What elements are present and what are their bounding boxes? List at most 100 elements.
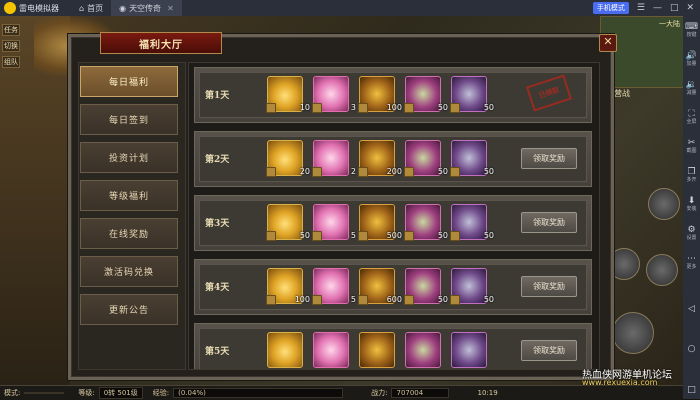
- toolbar-more[interactable]: ⋯ 更多: [683, 248, 700, 277]
- maximize-icon[interactable]: □: [670, 3, 679, 13]
- reward-banknote-icon[interactable]: 3: [312, 76, 356, 113]
- emulator-title-bar: 雷电模拟器 ⌂ 首页 ◉ 天空传奇 ✕ 手机模式 ☰ — □ ✕: [0, 0, 700, 16]
- reward-count: 100: [386, 103, 402, 112]
- claim-reward-button[interactable]: 领取奖励: [521, 212, 577, 233]
- tab-home[interactable]: ⌂ 首页: [71, 0, 111, 16]
- toolbar-label: 全屏: [686, 119, 697, 125]
- toolbar-volume-down[interactable]: 🔉 减量: [683, 74, 700, 103]
- tab-game-label: 天空传奇: [129, 3, 162, 13]
- reward-count: 600: [386, 295, 402, 304]
- menu-investment-plan[interactable]: 投资计划: [80, 142, 178, 173]
- reward-gem-icon[interactable]: 50: [404, 76, 448, 113]
- close-icon: ✕: [603, 35, 613, 48]
- reward-count: 2: [350, 167, 356, 176]
- volume-up-icon: 🔊: [685, 51, 698, 61]
- bound-lock-icon: [266, 231, 276, 241]
- reward-sword-icon[interactable]: 200: [358, 140, 402, 177]
- toolbar-label: 加量: [686, 61, 697, 67]
- reward-ore-icon[interactable]: 50: [450, 140, 494, 177]
- reward-count: 10: [299, 103, 310, 112]
- reward-banknote-icon[interactable]: [313, 332, 349, 368]
- tab-game[interactable]: ◉ 天空传奇 ✕: [111, 0, 182, 16]
- claim-reward-button[interactable]: 领取奖励: [521, 276, 577, 297]
- menu-level-welfare[interactable]: 等级福利: [80, 180, 178, 211]
- reward-ore-icon[interactable]: 50: [450, 268, 494, 305]
- reward-count: 50: [437, 231, 448, 240]
- claim-reward-button[interactable]: 领取奖励: [521, 148, 577, 169]
- menu-update-notice[interactable]: 更新公告: [80, 294, 178, 325]
- claim-reward-button[interactable]: 领取奖励: [521, 340, 577, 361]
- team-button[interactable]: 组队: [2, 56, 20, 68]
- bound-lock-icon: [404, 103, 414, 113]
- toolbar-label: 更多: [686, 264, 697, 270]
- mode-label: 模式:: [4, 389, 21, 397]
- home-circle-icon[interactable]: ○: [688, 344, 696, 354]
- reward-gold-ingot-icon[interactable]: [267, 332, 303, 368]
- toolbar-label: 按键: [686, 32, 697, 38]
- phone-mode-button[interactable]: 手机模式: [592, 2, 629, 14]
- bound-lock-icon: [404, 167, 414, 177]
- reward-ore-icon[interactable]: [451, 332, 487, 368]
- reward-sword-icon[interactable]: 100: [358, 76, 402, 113]
- reward-count: 50: [299, 231, 310, 240]
- emulator-side-toolbar: ⌨ 按键 🔊 加量 🔉 减量 ⛶ 全屏 ✂ 截图 ❐ 多开 ⬇ 安装 ⚙ 设置 ⋯ 更多 ◁ ○ …: [683, 16, 700, 399]
- panel-close-button[interactable]: ✕: [599, 34, 617, 52]
- reward-gem-icon[interactable]: 50: [404, 204, 448, 241]
- level-label: 等级:: [78, 389, 95, 397]
- toolbar-multi-instance[interactable]: ❐ 多开: [683, 161, 700, 190]
- toolbar-keyboard[interactable]: ⌨ 按键: [683, 16, 700, 45]
- skill-icon[interactable]: [648, 188, 680, 220]
- menu-online-reward[interactable]: 在线奖励: [80, 218, 178, 249]
- menu-icon[interactable]: ☰: [637, 3, 645, 13]
- emulator-logo-icon: [4, 2, 16, 14]
- reward-gem-icon[interactable]: 50: [404, 140, 448, 177]
- toolbar-screenshot[interactable]: ✂ 截图: [683, 132, 700, 161]
- bound-lock-icon: [450, 231, 460, 241]
- reward-ore-icon[interactable]: 50: [450, 76, 494, 113]
- reward-row-day5: 第5天 领取奖励: [194, 323, 592, 369]
- reward-banknote-icon[interactable]: 5: [312, 204, 356, 241]
- menu-daily-welfare[interactable]: 每日福利: [80, 66, 178, 97]
- day-label: 第1天: [205, 91, 230, 101]
- reward-gold-ingot-icon[interactable]: 100: [266, 268, 310, 305]
- panel-title: 福利大厅: [100, 32, 222, 54]
- reward-list[interactable]: 第1天 10 3 100 50 50 已领取 第2天 20 2 200 50 5…: [188, 62, 600, 370]
- reward-sword-icon[interactable]: 600: [358, 268, 402, 305]
- reward-gold-ingot-icon[interactable]: 20: [266, 140, 310, 177]
- power-label: 战力:: [371, 389, 388, 397]
- toolbar-fullscreen[interactable]: ⛶ 全屏: [683, 103, 700, 132]
- back-triangle-icon[interactable]: ◁: [688, 304, 695, 314]
- close-window-icon[interactable]: ✕: [686, 3, 694, 13]
- dice-icon[interactable]: [646, 254, 678, 286]
- bound-lock-icon: [450, 167, 460, 177]
- reward-gold-ingot-icon[interactable]: 50: [266, 204, 310, 241]
- fullscreen-icon: ⛶: [688, 109, 695, 119]
- task-button[interactable]: 任务: [2, 24, 20, 36]
- panel-menu: 每日福利 每日签到 投资计划 等级福利 在线奖励 激活码兑换 更新公告: [80, 66, 180, 332]
- reward-sword-icon[interactable]: 500: [358, 204, 402, 241]
- emulator-app-name: 雷电模拟器: [19, 3, 59, 13]
- toolbar-settings[interactable]: ⚙ 设置: [683, 219, 700, 248]
- close-tab-icon[interactable]: ✕: [167, 4, 174, 13]
- day-label: 第2天: [205, 155, 230, 165]
- reward-gold-ingot-icon[interactable]: 10: [266, 76, 310, 113]
- reward-banknote-icon[interactable]: 2: [312, 140, 356, 177]
- menu-daily-signin[interactable]: 每日签到: [80, 104, 178, 135]
- toolbar-install[interactable]: ⬇ 安装: [683, 190, 700, 219]
- level-value: 0转 501级: [98, 387, 143, 399]
- reward-count: 3: [350, 103, 356, 112]
- attack-sword-icon[interactable]: [612, 312, 654, 354]
- recent-square-icon[interactable]: □: [687, 385, 696, 395]
- minimize-icon[interactable]: —: [653, 3, 662, 13]
- reward-row-day1: 第1天 10 3 100 50 50 已领取: [194, 67, 592, 123]
- reward-ore-icon[interactable]: 50: [450, 204, 494, 241]
- menu-activation-code[interactable]: 激活码兑换: [80, 256, 178, 287]
- reward-sword-icon[interactable]: [359, 332, 395, 368]
- switch-button[interactable]: 切换: [2, 40, 20, 52]
- reward-count: 5: [350, 295, 356, 304]
- reward-banknote-icon[interactable]: 5: [312, 268, 356, 305]
- bound-lock-icon: [358, 103, 368, 113]
- toolbar-volume-up[interactable]: 🔊 加量: [683, 45, 700, 74]
- reward-gem-icon[interactable]: 50: [404, 268, 448, 305]
- reward-gem-icon[interactable]: [405, 332, 441, 368]
